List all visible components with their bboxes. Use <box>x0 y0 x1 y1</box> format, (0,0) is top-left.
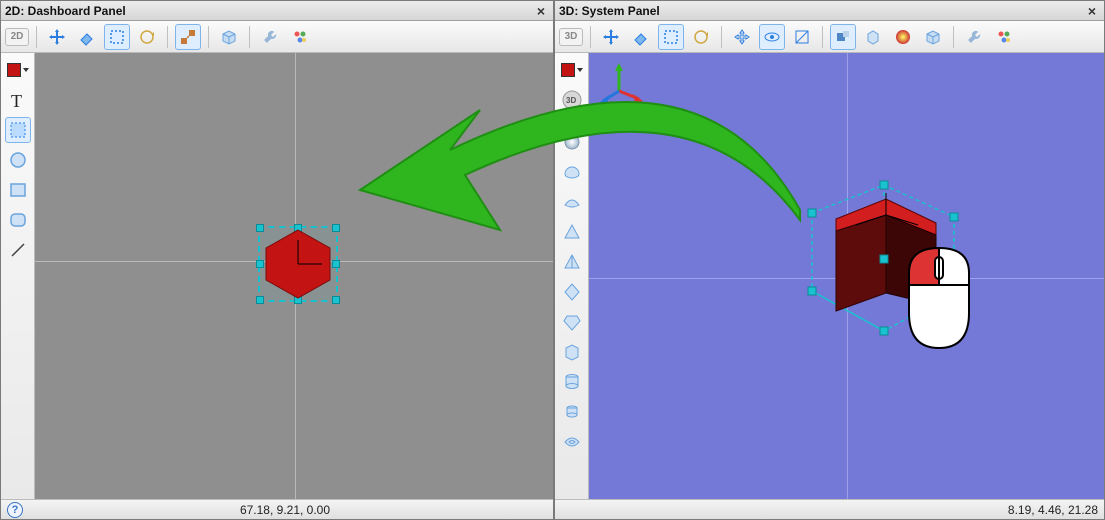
titlebar-2d: 2D: Dashboard Panel × <box>1 1 553 21</box>
hemisphere-primitive-icon[interactable] <box>559 159 585 185</box>
body-3d: 3D <box>555 53 1104 499</box>
cylinder-primitive-icon[interactable] <box>559 369 585 395</box>
cone-primitive-icon[interactable] <box>559 219 585 245</box>
cube-tool-icon[interactable] <box>216 24 242 50</box>
statusbar-3d: 8.19, 4.46, 21.28 <box>555 499 1104 519</box>
svg-text:3D: 3D <box>566 96 576 105</box>
wrench-tool-icon[interactable] <box>257 24 283 50</box>
dome-primitive-icon[interactable] <box>559 189 585 215</box>
help-icon[interactable]: ? <box>7 502 23 518</box>
sphere-primitive-icon[interactable] <box>559 129 585 155</box>
toolbar-separator <box>590 26 591 48</box>
toolbar-separator <box>249 26 250 48</box>
torus-primitive-icon[interactable] <box>559 429 585 455</box>
mouse-cursor-illustration <box>899 243 979 353</box>
title-3d: 3D: System Panel <box>559 4 1084 18</box>
pyramid-primitive-icon[interactable] <box>559 249 585 275</box>
sphere-color-icon[interactable] <box>890 24 916 50</box>
text-tool-icon[interactable]: T <box>5 87 31 113</box>
dropdown-caret-icon <box>23 68 29 72</box>
rectangle-tool-icon[interactable] <box>5 177 31 203</box>
palette-tool-icon[interactable] <box>991 24 1017 50</box>
fill-color-picker[interactable] <box>5 57 31 83</box>
toolbar-2d: 2D <box>1 21 553 53</box>
titlebar-3d: 3D: System Panel × <box>555 1 1104 21</box>
coords-3d: 8.19, 4.46, 21.28 <box>1008 503 1098 517</box>
circle-tool-icon[interactable] <box>5 147 31 173</box>
svg-text:T: T <box>11 91 22 110</box>
rotate-tool-icon[interactable] <box>688 24 714 50</box>
mode-3d-badge-icon[interactable]: 3D <box>559 87 585 113</box>
cube-tool-icon[interactable] <box>920 24 946 50</box>
toolbar-3d: 3D <box>555 21 1104 53</box>
mode-badge-3d[interactable]: 3D <box>559 28 583 46</box>
axis-triad-icon <box>599 61 645 107</box>
wrench-tool-icon[interactable] <box>961 24 987 50</box>
close-button-3d[interactable]: × <box>1084 3 1100 19</box>
body-2d: T <box>1 53 553 499</box>
toolbar-separator <box>953 26 954 48</box>
eraser-tool-icon[interactable] <box>628 24 654 50</box>
panel-2d: 2D: Dashboard Panel × 2D <box>0 0 554 520</box>
tube-primitive-icon[interactable] <box>559 399 585 425</box>
move-tool-icon[interactable] <box>598 24 624 50</box>
toolbar-separator <box>721 26 722 48</box>
eraser-tool-icon[interactable] <box>74 24 100 50</box>
hexagon-shape-2d[interactable] <box>258 226 338 302</box>
rotate-tool-icon[interactable] <box>134 24 160 50</box>
mode-badge-2d[interactable]: 2D <box>5 28 29 46</box>
select-tool-icon[interactable] <box>104 24 130 50</box>
dropdown-caret-icon <box>577 68 583 72</box>
gem-primitive-icon[interactable] <box>559 309 585 335</box>
orbit-3d-icon[interactable] <box>759 24 785 50</box>
snap-tool-icon[interactable] <box>175 24 201 50</box>
toolbar-separator <box>36 26 37 48</box>
palette-tool-icon[interactable] <box>287 24 313 50</box>
viewport-2d[interactable] <box>35 53 553 499</box>
view-iso-icon[interactable] <box>860 24 886 50</box>
pan-3d-icon[interactable] <box>729 24 755 50</box>
fill-color-picker[interactable] <box>559 57 585 83</box>
title-2d: 2D: Dashboard Panel <box>5 4 533 18</box>
prism-primitive-icon[interactable] <box>559 339 585 365</box>
statusbar-2d: ? 67.18, 9.21, 0.00 <box>1 499 553 519</box>
move-tool-icon[interactable] <box>44 24 70 50</box>
toolbar-separator <box>822 26 823 48</box>
rounded-rect-tool-icon[interactable] <box>5 207 31 233</box>
line-tool-icon[interactable] <box>5 237 31 263</box>
panel-3d: 3D: System Panel × 3D <box>554 0 1105 520</box>
toolbar-separator <box>208 26 209 48</box>
viewport-3d[interactable] <box>589 53 1104 499</box>
zoom-3d-icon[interactable] <box>789 24 815 50</box>
color-swatch-icon <box>7 63 21 77</box>
select-tool-icon[interactable] <box>658 24 684 50</box>
color-swatch-icon <box>561 63 575 77</box>
coords-2d: 67.18, 9.21, 0.00 <box>23 503 547 517</box>
toolbar-separator <box>167 26 168 48</box>
view-front-icon[interactable] <box>830 24 856 50</box>
sidebar-2d: T <box>1 53 35 499</box>
diamond-primitive-icon[interactable] <box>559 279 585 305</box>
selection-box-tool-icon[interactable] <box>5 117 31 143</box>
close-button-2d[interactable]: × <box>533 3 549 19</box>
sidebar-3d: 3D <box>555 53 589 499</box>
